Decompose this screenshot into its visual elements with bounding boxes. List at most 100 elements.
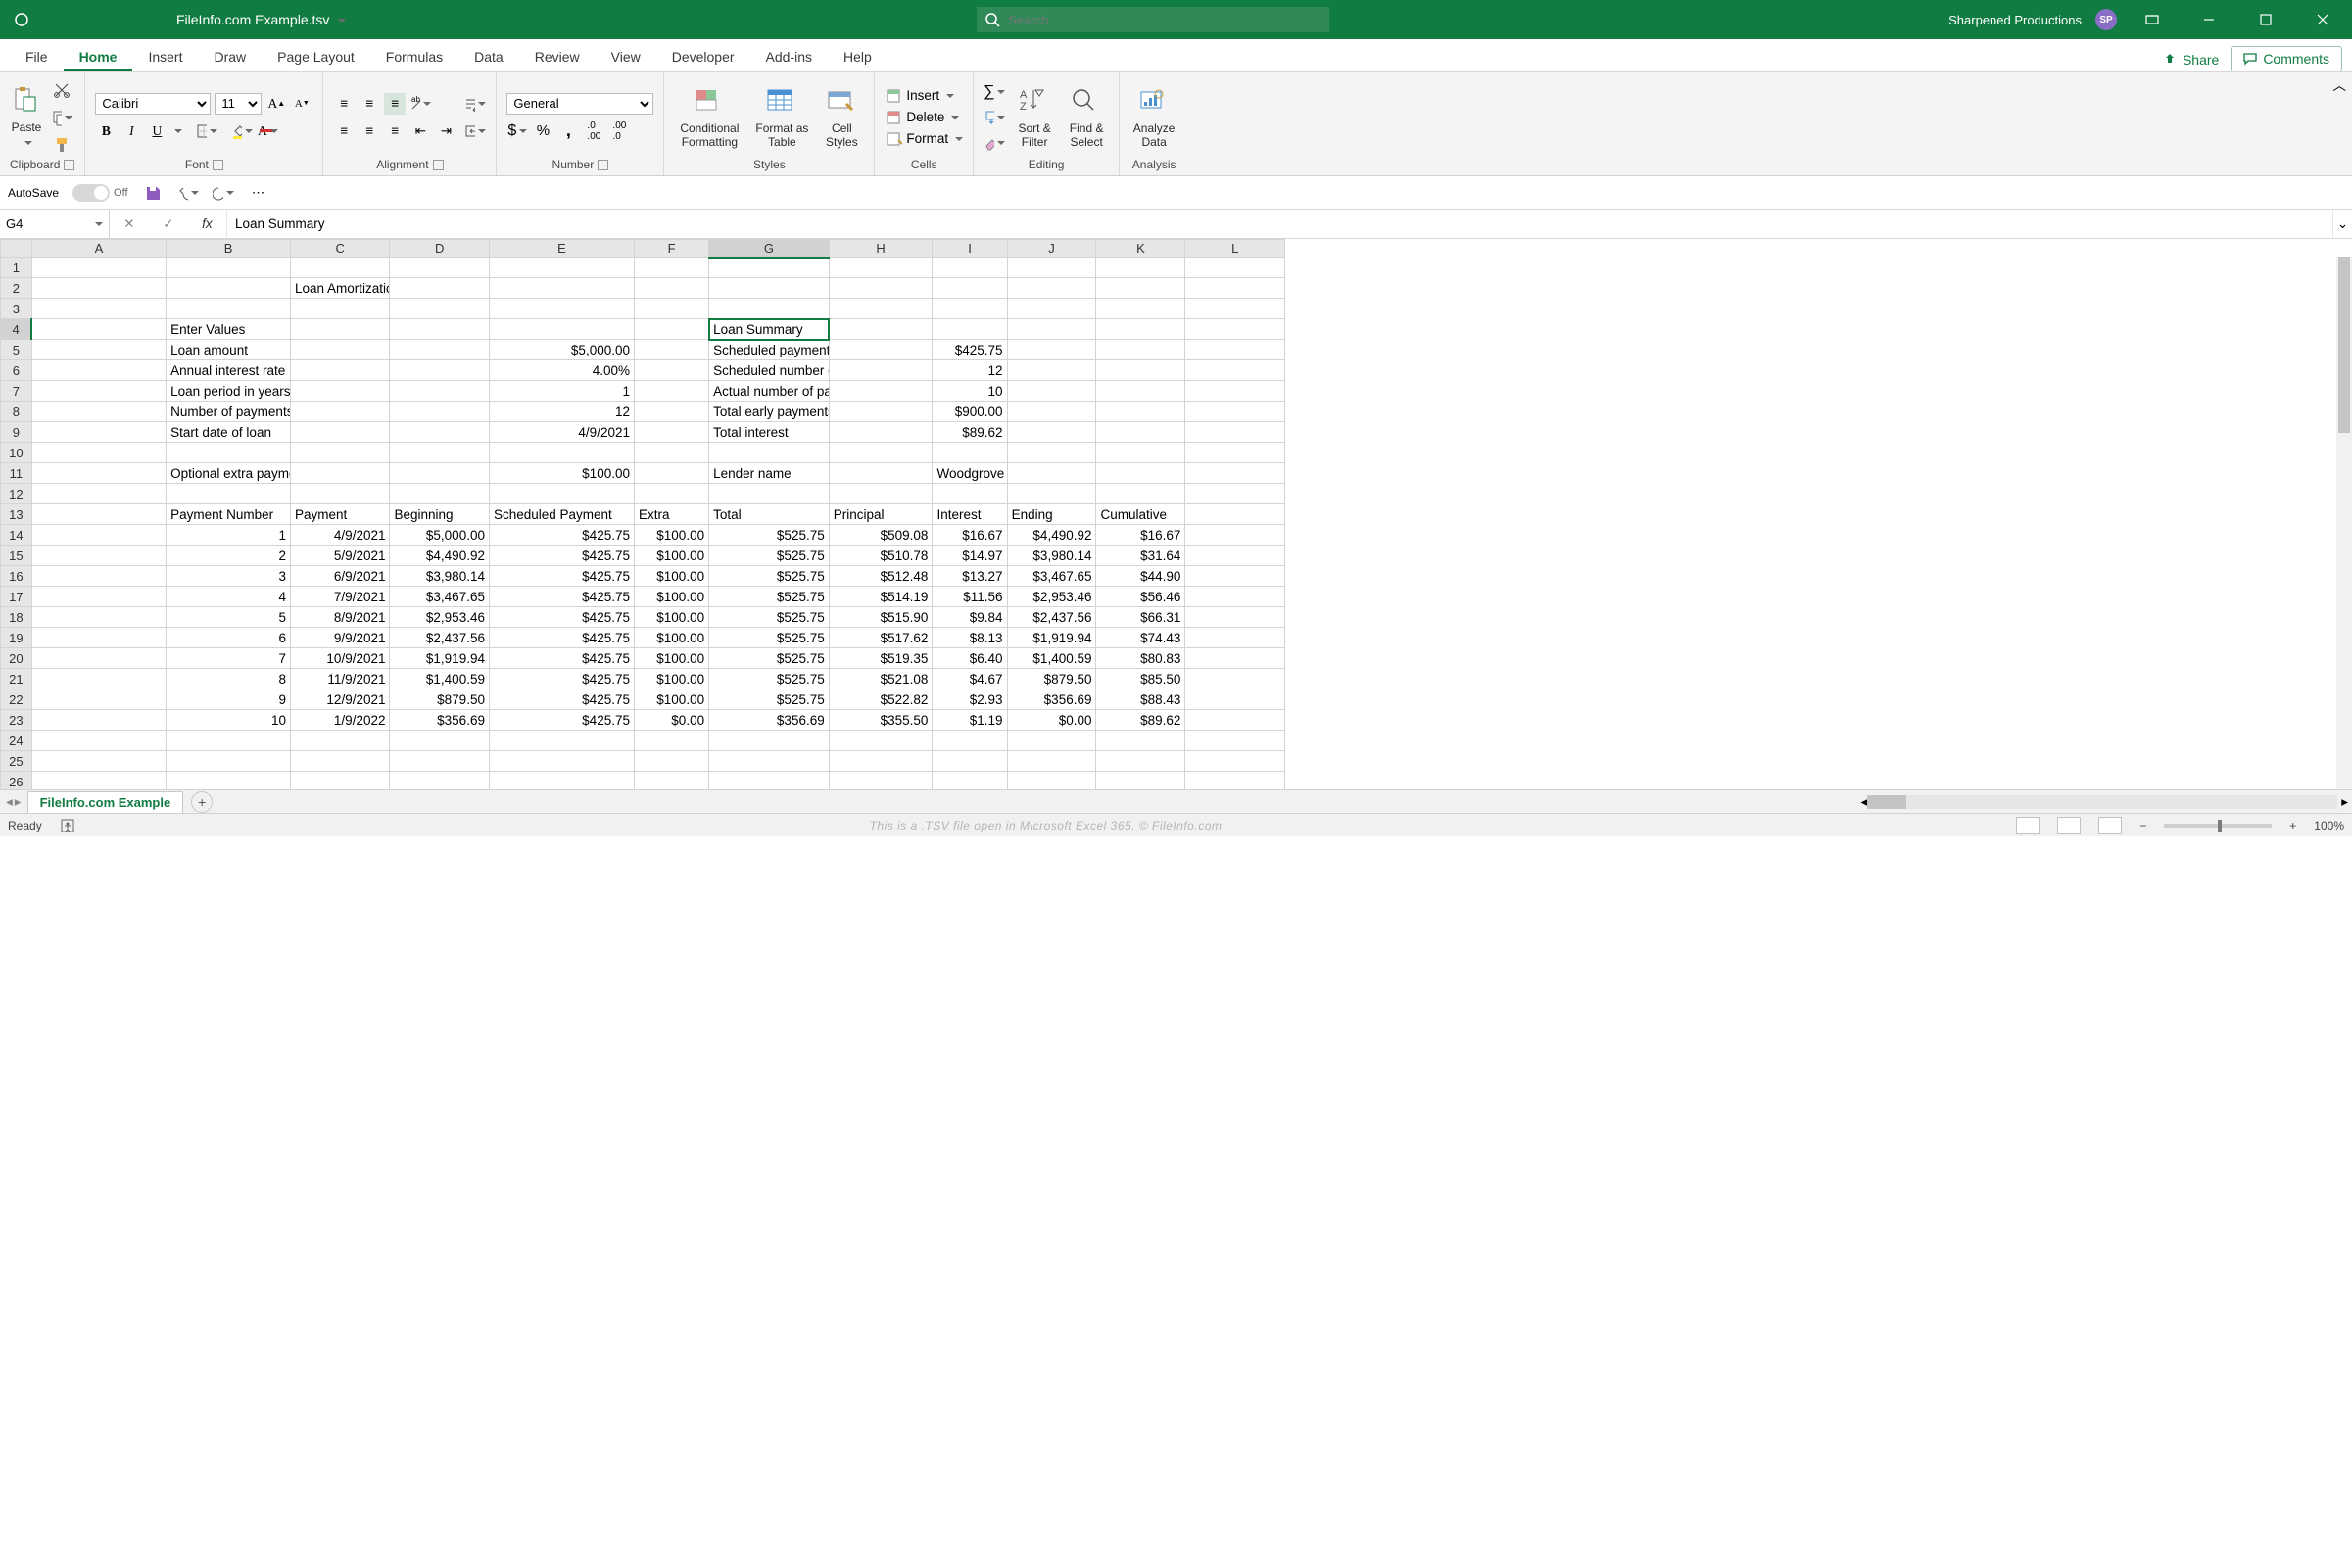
- cell-D10[interactable]: [390, 443, 489, 463]
- cell-D20[interactable]: $1,919.94: [390, 648, 489, 669]
- row-header-23[interactable]: 23: [1, 710, 32, 731]
- add-sheet-button[interactable]: +: [191, 791, 213, 813]
- align-top-button[interactable]: ≡: [333, 93, 355, 115]
- cell-A26[interactable]: [31, 772, 166, 790]
- col-header-B[interactable]: B: [167, 240, 291, 258]
- cell-I22[interactable]: $2.93: [933, 689, 1007, 710]
- align-middle-button[interactable]: ≡: [359, 93, 380, 115]
- spreadsheet-grid[interactable]: ABCDEFGHIJKL12Loan Amortization Schedule…: [0, 239, 2352, 789]
- cell-E18[interactable]: $425.75: [489, 607, 634, 628]
- cell-G1[interactable]: [709, 258, 830, 278]
- cell-G5[interactable]: Scheduled payment: [709, 340, 830, 360]
- col-header-A[interactable]: A: [31, 240, 166, 258]
- cell-E13[interactable]: Scheduled Payment: [489, 504, 634, 525]
- cell-C5[interactable]: [291, 340, 390, 360]
- cell-H1[interactable]: [829, 258, 933, 278]
- row-header-12[interactable]: 12: [1, 484, 32, 504]
- cell-J8[interactable]: [1007, 402, 1096, 422]
- cell-C3[interactable]: [291, 299, 390, 319]
- align-bottom-button[interactable]: ≡: [384, 93, 406, 115]
- cell-J23[interactable]: $0.00: [1007, 710, 1096, 731]
- cell-C10[interactable]: [291, 443, 390, 463]
- insert-cells-button[interactable]: Insert: [885, 87, 963, 105]
- cell-G22[interactable]: $525.75: [709, 689, 830, 710]
- find-select-button[interactable]: Find & Select: [1064, 86, 1109, 149]
- cell-J20[interactable]: $1,400.59: [1007, 648, 1096, 669]
- underline-button[interactable]: U: [146, 120, 168, 142]
- cell-D11[interactable]: [390, 463, 489, 484]
- cell-B23[interactable]: 10: [167, 710, 291, 731]
- clear-button[interactable]: [984, 132, 1005, 154]
- cell-G4[interactable]: Loan Summary: [709, 319, 830, 340]
- tab-view[interactable]: View: [596, 43, 656, 71]
- cell-F8[interactable]: [634, 402, 708, 422]
- cell-G19[interactable]: $525.75: [709, 628, 830, 648]
- cell-A14[interactable]: [31, 525, 166, 546]
- cell-H7[interactable]: [829, 381, 933, 402]
- cell-C13[interactable]: Payment: [291, 504, 390, 525]
- row-header-4[interactable]: 4: [1, 319, 32, 340]
- cell-D26[interactable]: [390, 772, 489, 790]
- align-left-button[interactable]: ≡: [333, 120, 355, 142]
- cell-D17[interactable]: $3,467.65: [390, 587, 489, 607]
- italic-button[interactable]: I: [120, 120, 142, 142]
- cell-L21[interactable]: [1185, 669, 1285, 689]
- cell-I23[interactable]: $1.19: [933, 710, 1007, 731]
- cell-I18[interactable]: $9.84: [933, 607, 1007, 628]
- cell-C12[interactable]: [291, 484, 390, 504]
- alignment-launcher[interactable]: [433, 160, 444, 170]
- cell-K13[interactable]: Cumulative: [1096, 504, 1185, 525]
- cell-J7[interactable]: [1007, 381, 1096, 402]
- cell-J9[interactable]: [1007, 422, 1096, 443]
- cell-L22[interactable]: [1185, 689, 1285, 710]
- cell-C1[interactable]: [291, 258, 390, 278]
- cell-F9[interactable]: [634, 422, 708, 443]
- row-header-3[interactable]: 3: [1, 299, 32, 319]
- cell-K9[interactable]: [1096, 422, 1185, 443]
- col-header-J[interactable]: J: [1007, 240, 1096, 258]
- cell-L23[interactable]: [1185, 710, 1285, 731]
- cell-E9[interactable]: 4/9/2021: [489, 422, 634, 443]
- cell-A2[interactable]: [31, 278, 166, 299]
- increase-decimal-button[interactable]: .0.00: [583, 120, 604, 142]
- cell-L15[interactable]: [1185, 546, 1285, 566]
- cell-F16[interactable]: $100.00: [634, 566, 708, 587]
- cell-D15[interactable]: $4,490.92: [390, 546, 489, 566]
- cell-F7[interactable]: [634, 381, 708, 402]
- cell-G12[interactable]: [709, 484, 830, 504]
- cell-C26[interactable]: [291, 772, 390, 790]
- cell-A21[interactable]: [31, 669, 166, 689]
- cell-E3[interactable]: [489, 299, 634, 319]
- cell-K24[interactable]: [1096, 731, 1185, 751]
- horizontal-scrollbar[interactable]: [1867, 795, 2337, 809]
- cell-C7[interactable]: [291, 381, 390, 402]
- cell-K14[interactable]: $16.67: [1096, 525, 1185, 546]
- cell-J15[interactable]: $3,980.14: [1007, 546, 1096, 566]
- page-layout-view-button[interactable]: [2057, 817, 2081, 834]
- cell-D4[interactable]: [390, 319, 489, 340]
- formula-input[interactable]: Loan Summary: [227, 210, 2332, 238]
- cell-G6[interactable]: Scheduled number of payments: [709, 360, 830, 381]
- tab-insert[interactable]: Insert: [132, 43, 198, 71]
- share-button[interactable]: Share: [2151, 48, 2231, 71]
- bold-button[interactable]: B: [95, 120, 117, 142]
- cell-E23[interactable]: $425.75: [489, 710, 634, 731]
- cell-J12[interactable]: [1007, 484, 1096, 504]
- cell-B21[interactable]: 8: [167, 669, 291, 689]
- cell-D1[interactable]: [390, 258, 489, 278]
- cell-J10[interactable]: [1007, 443, 1096, 463]
- cell-B26[interactable]: [167, 772, 291, 790]
- cell-H22[interactable]: $522.82: [829, 689, 933, 710]
- cell-F11[interactable]: [634, 463, 708, 484]
- enter-formula-button[interactable]: ✓: [163, 216, 173, 232]
- cell-C9[interactable]: [291, 422, 390, 443]
- analyze-data-button[interactable]: Analyze Data: [1129, 86, 1178, 149]
- search-input[interactable]: [977, 7, 1329, 32]
- cell-D21[interactable]: $1,400.59: [390, 669, 489, 689]
- cell-G14[interactable]: $525.75: [709, 525, 830, 546]
- maximize-button[interactable]: [2244, 0, 2287, 39]
- cell-D12[interactable]: [390, 484, 489, 504]
- cell-H23[interactable]: $355.50: [829, 710, 933, 731]
- row-header-6[interactable]: 6: [1, 360, 32, 381]
- cell-D5[interactable]: [390, 340, 489, 360]
